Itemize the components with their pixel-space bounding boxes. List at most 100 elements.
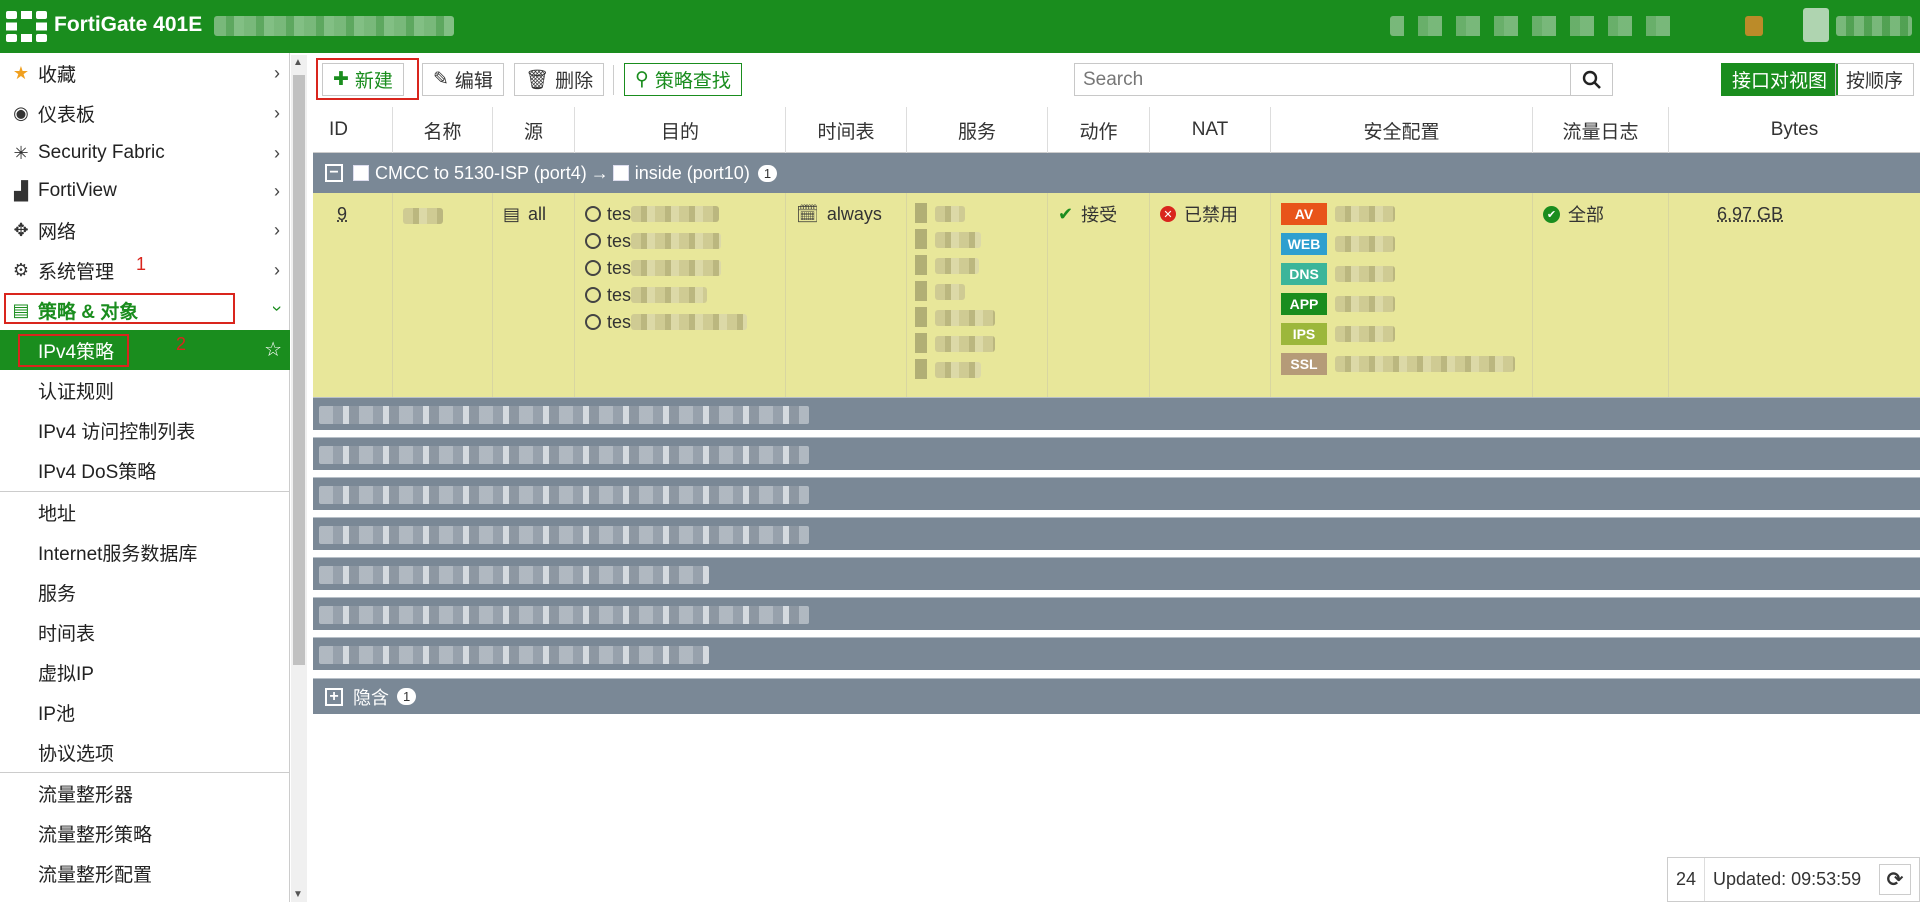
refresh-icon: ⟳ [1886, 869, 1904, 891]
table-header: ID 名称 源 目的 时间表 服务 动作 NAT 安全配置 流量日志 Bytes [313, 107, 1920, 153]
collapsed-group-row[interactable] [313, 477, 1920, 510]
scrollbar-thumb[interactable] [293, 75, 305, 665]
collapsed-group-row[interactable] [313, 397, 1920, 430]
ssl-inspection-badge: SSL [1281, 353, 1327, 375]
sidebar-sub-protocol-options[interactable]: 协议选项 [0, 732, 290, 772]
pencil-icon: ✎ [433, 69, 449, 90]
sidebar-item-label: 地址 [38, 503, 77, 525]
sidebar-sub-isdb[interactable]: Internet服务数据库 [0, 532, 290, 572]
sidebar-item-fortiview[interactable]: ▟ FortiView › [0, 171, 290, 211]
header-controls-redacted[interactable] [1390, 16, 1680, 36]
collapsed-group-row[interactable] [313, 557, 1920, 590]
column-header-name[interactable]: 名称 [393, 107, 493, 153]
sequence-view-button[interactable]: 按顺序 [1835, 63, 1915, 96]
web-filter-badge: WEB [1281, 233, 1327, 255]
policy-id[interactable]: 9 [337, 203, 347, 225]
scroll-up-icon[interactable]: ▲ [293, 57, 303, 68]
dest-address[interactable]: tes [607, 285, 631, 306]
sidebar-sub-virtual-ip[interactable]: 虚拟IP [0, 652, 290, 692]
calendar-icon: 🗓 [796, 203, 819, 224]
dest-address[interactable]: tes [607, 258, 631, 279]
sidebar-sub-schedules[interactable]: 时间表 [0, 612, 290, 652]
interface-pair-view-button[interactable]: 接口对视图 [1721, 63, 1839, 96]
sidebar-item-label: Internet服务数据库 [38, 543, 198, 565]
dest-address[interactable]: tes [607, 231, 631, 252]
fortinet-logo-icon [6, 11, 47, 42]
notification-icon[interactable] [1745, 16, 1763, 36]
sidebar-item-label: 时间表 [38, 623, 96, 645]
fabric-icon: ✳ [13, 142, 29, 163]
column-header-schedule[interactable]: 时间表 [786, 107, 907, 153]
column-header-security-profiles[interactable]: 安全配置 [1271, 107, 1533, 153]
group-count-badge: 1 [757, 164, 778, 182]
sidebar-sub-traffic-shapers[interactable]: 流量整形器 [0, 773, 290, 813]
sidebar-item-label: 协议选项 [38, 743, 115, 765]
sidebar-sub-shaping-profile[interactable]: 流量整形配置 [0, 853, 290, 893]
cell-source: ▤ all [493, 193, 575, 397]
ips-badge: IPS [1281, 323, 1327, 345]
scroll-down-icon[interactable]: ▼ [293, 889, 303, 900]
refresh-button[interactable]: ⟳ [1879, 864, 1911, 895]
nat-value: 已禁用 [1184, 205, 1238, 225]
collapsed-group-row[interactable] [313, 437, 1920, 470]
sidebar-sub-services[interactable]: 服务 [0, 572, 290, 612]
column-header-bytes[interactable]: Bytes [1669, 107, 1920, 153]
schedule-value[interactable]: always [827, 204, 882, 225]
sidebar-item-label: 虚拟IP [38, 663, 94, 685]
sidebar-sub-shaping-policy[interactable]: 流量整形策略 [0, 813, 290, 853]
source-address[interactable]: all [528, 204, 546, 225]
implicit-group-header[interactable]: + 隐含 1 [313, 678, 1920, 714]
avatar[interactable] [1803, 8, 1829, 42]
sidebar-sub-addresses[interactable]: 地址 [0, 492, 290, 532]
redacted-text [319, 446, 809, 464]
interface-pair-group-header[interactable]: − CMCC to 5130-ISP (port4) → inside (por… [313, 153, 1920, 193]
column-header-id[interactable]: ID [313, 107, 393, 153]
policy-lookup-button[interactable]: ⚲ 策略查找 [624, 63, 742, 96]
collapsed-group-row[interactable] [313, 517, 1920, 550]
collapsed-group-row[interactable] [313, 597, 1920, 630]
app-control-badge: APP [1281, 293, 1327, 315]
network-icon: ✥ [13, 219, 29, 240]
gear-icon: ⚙ [12, 259, 30, 280]
redacted-text [319, 406, 809, 424]
table-row[interactable]: 9 ▤ all tes tes tes tes tes 🗓 always ✔ 接… [313, 193, 1920, 397]
edit-button[interactable]: ✎ 编辑 [422, 63, 504, 96]
sidebar-sub-ipv4-dos[interactable]: IPv4 DoS策略 [0, 450, 290, 490]
sidebar-item-dashboard[interactable]: ◉ 仪表板 › [0, 93, 290, 133]
column-header-service[interactable]: 服务 [907, 107, 1048, 153]
star-icon: ★ [12, 62, 30, 83]
check-circle-icon: ✔ [1543, 205, 1560, 223]
delete-button[interactable]: 🗑 删除 [514, 63, 605, 96]
chevron-right-icon: › [274, 220, 280, 240]
sidebar-item-favorites[interactable]: ★ 收藏 › [0, 53, 290, 93]
sidebar-scrollbar[interactable]: ▲ ▼ [291, 55, 307, 902]
search-button[interactable] [1571, 63, 1613, 96]
column-header-destination[interactable]: 目的 [575, 107, 786, 153]
sidebar-sub-ipv4-acl[interactable]: IPv4 访问控制列表 [0, 410, 290, 450]
column-header-log[interactable]: 流量日志 [1533, 107, 1669, 153]
sidebar-item-label: IPv4 访问控制列表 [38, 421, 196, 443]
sidebar-item-label: 流量整形器 [38, 784, 134, 806]
dest-address[interactable]: tes [607, 312, 631, 333]
cell-service [907, 193, 1048, 397]
globe-icon [585, 233, 601, 249]
collapsed-group-row[interactable] [313, 637, 1920, 670]
expand-icon[interactable]: + [325, 687, 343, 706]
port-icon [612, 165, 629, 181]
sidebar-item-label: FortiView [38, 180, 117, 201]
sidebar-item-network[interactable]: ✥ 网络 › [0, 210, 290, 250]
trash-icon: 🗑 [525, 69, 550, 91]
column-header-source[interactable]: 源 [493, 107, 575, 153]
column-header-action[interactable]: 动作 [1048, 107, 1150, 153]
user-menu[interactable] [1836, 16, 1912, 36]
column-header-nat[interactable]: NAT [1150, 107, 1271, 153]
collapse-icon[interactable]: − [325, 164, 343, 182]
sidebar-item-label: 服务 [38, 583, 77, 605]
cell-action: ✔ 接受 [1048, 193, 1150, 397]
sidebar-sub-ip-pools[interactable]: IP池 [0, 692, 290, 732]
search-input[interactable] [1074, 63, 1571, 96]
sidebar-sub-auth-rules[interactable]: 认证规则 [0, 370, 290, 410]
sidebar-item-security-fabric[interactable]: ✳ Security Fabric › [0, 133, 290, 173]
dest-address[interactable]: tes [607, 204, 631, 225]
star-outline-icon[interactable]: ☆ [264, 337, 282, 362]
